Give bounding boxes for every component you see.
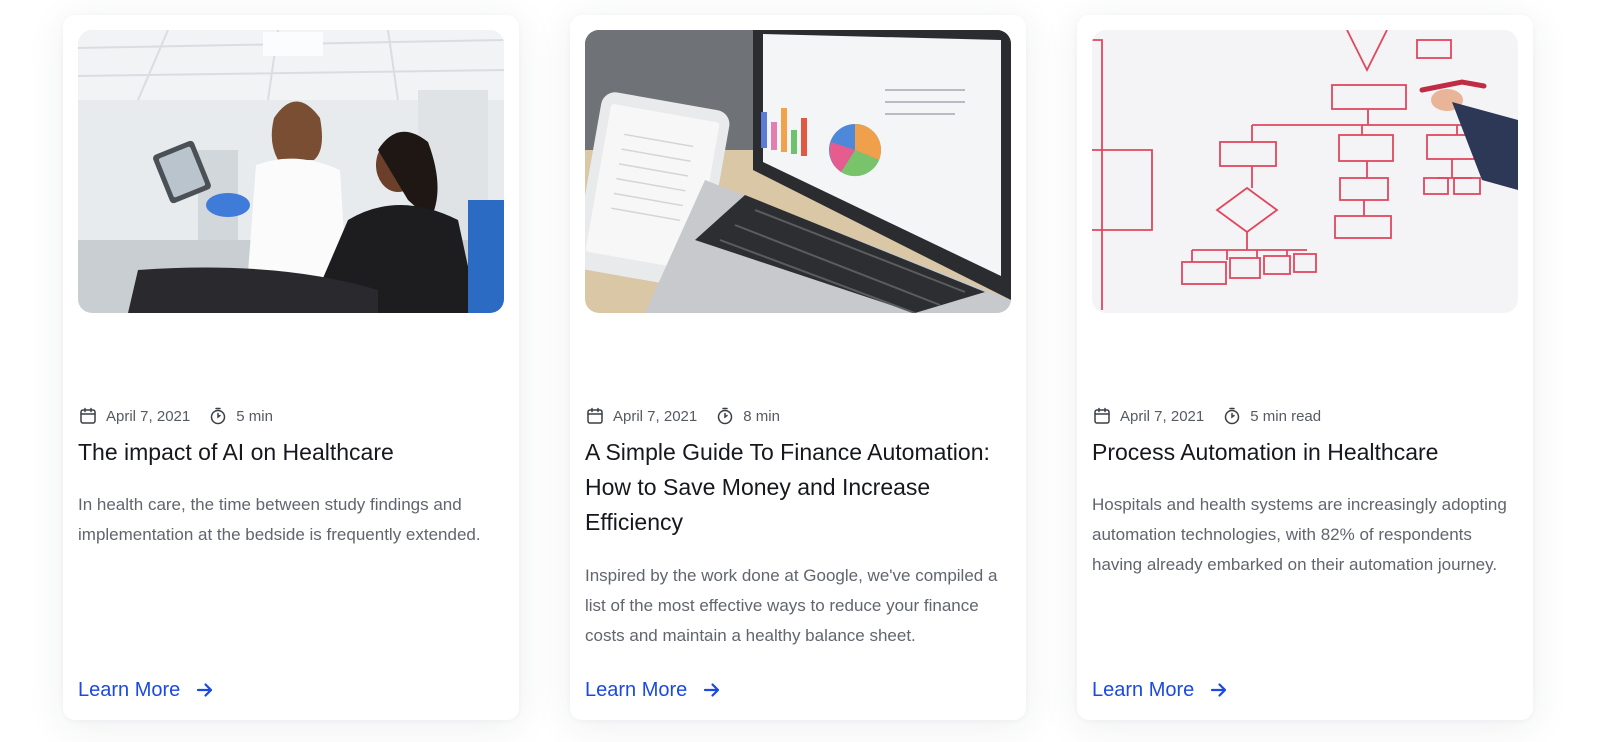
card-image-finance[interactable] — [585, 30, 1011, 313]
post-meta: April 7, 2021 5 min — [78, 404, 273, 428]
arrow-right-icon — [1208, 679, 1230, 701]
post-read-time: 5 min — [236, 407, 273, 425]
card-image-healthcare[interactable] — [78, 30, 504, 313]
post-excerpt: Hospitals and health systems are increas… — [1092, 495, 1507, 574]
post-meta: April 7, 2021 5 min read — [1092, 404, 1321, 428]
post-date: April 7, 2021 — [613, 407, 698, 425]
stopwatch-icon — [1222, 406, 1242, 426]
calendar-icon — [1092, 406, 1112, 426]
post-excerpt: Inspired by the work done at Google, we'… — [585, 566, 998, 645]
arrow-right-icon — [194, 679, 216, 701]
blog-card: April 7, 2021 5 min The impact of AI on … — [63, 15, 519, 720]
post-read-time: 5 min read — [1250, 407, 1322, 425]
stopwatch-icon — [715, 406, 735, 426]
post-date: April 7, 2021 — [106, 407, 191, 425]
post-read-time: 8 min — [743, 407, 780, 425]
post-meta: April 7, 2021 8 min — [585, 404, 780, 428]
learn-more-label: Learn More — [1092, 678, 1195, 701]
learn-more-label: Learn More — [585, 678, 688, 701]
blog-card: April 7, 2021 5 min read Process Automat… — [1077, 15, 1533, 720]
learn-more-link[interactable]: Learn More — [585, 675, 723, 705]
post-date: April 7, 2021 — [1120, 407, 1205, 425]
card-image-whiteboard[interactable] — [1092, 30, 1518, 313]
blog-card: April 7, 2021 8 min A Simple Guide To Fi… — [570, 15, 1026, 720]
post-title[interactable]: A Simple Guide To Finance Automation: Ho… — [585, 435, 1011, 540]
blog-card-grid: April 7, 2021 5 min The impact of AI on … — [0, 0, 1623, 742]
stopwatch-icon — [208, 406, 228, 426]
learn-more-label: Learn More — [78, 678, 181, 701]
learn-more-link[interactable]: Learn More — [1092, 675, 1230, 705]
post-excerpt: In health care, the time between study f… — [78, 495, 481, 544]
post-title[interactable]: The impact of AI on Healthcare — [78, 435, 504, 470]
learn-more-link[interactable]: Learn More — [78, 675, 216, 705]
calendar-icon — [78, 406, 98, 426]
post-title[interactable]: Process Automation in Healthcare — [1092, 435, 1518, 470]
arrow-right-icon — [701, 679, 723, 701]
calendar-icon — [585, 406, 605, 426]
